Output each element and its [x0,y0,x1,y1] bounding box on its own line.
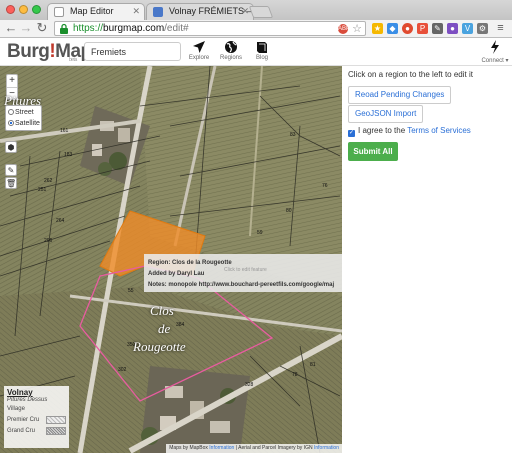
legend-row-village: Village [7,406,25,412]
parcel-number: 80 [286,208,292,214]
terms-checkbox[interactable]: ✓ [348,130,355,137]
browser-tab-map-editor[interactable]: Map Editor ✕ [47,3,145,20]
region-tooltip: Region: Clos de la Rougeotte Added by Da… [144,254,342,292]
ign-info-link[interactable]: Information [314,445,339,451]
address-bar[interactable]: https://burgmap.com/edit# ABP ☆ [54,21,366,36]
menu-icon[interactable]: ≡ [495,23,506,34]
parcel-number: 76 [322,183,328,189]
region-label-line-3: Rougeotte [133,339,186,354]
delete-layers-button[interactable]: 🗑 [5,177,17,189]
extension-pocket-icon[interactable]: P [417,23,428,34]
terms-of-service-link[interactable]: Terms of Services [407,126,471,135]
book-icon [257,42,267,53]
lightning-icon [491,40,499,54]
extension-star-icon[interactable]: ★ [372,23,383,34]
burgmap-logo[interactable]: Burg!Map beta [7,41,92,63]
parcel-number: 78 [292,372,298,378]
extension-v-icon[interactable]: V [462,23,473,34]
parcel-number: 302 [118,367,127,373]
legend-title: Volnay [7,388,33,397]
browser-tabstrip: Map Editor ✕ Volnay FRÉMIETS – Clos de ✕ [0,0,512,20]
nav-regions[interactable]: Regions [216,40,246,61]
new-tab-button[interactable] [248,6,274,18]
edit-panel: Click on a region to the left to edit it… [342,66,512,453]
extension-tools-icon[interactable]: ⚙ [477,23,488,34]
agree-text: I agree to the [358,126,406,135]
adblock-icon[interactable]: ABP [338,24,350,34]
parcel-number: 55 [128,288,134,294]
legend-row-premier-cru: Premier Cru [7,415,66,426]
parcel-number: 384 [176,322,185,328]
lock-icon [60,23,68,34]
extension-shield-icon[interactable]: ◆ [387,23,398,34]
legend-swatch [46,416,66,424]
app-header: Burg!Map beta Explore Regions Blog Conne… [0,38,512,66]
terms-agreement: ✓ I agree to the Terms of Services [348,126,471,137]
browser-toolbar: ← → ↻ https://burgmap.com/edit# ABP ☆ ★ … [0,20,512,38]
geojson-import-button[interactable]: GeoJSON Import [348,105,424,123]
document-icon [54,7,64,17]
back-arrow-icon[interactable]: ← [4,21,18,35]
tooltip-notes: Notes: monopole http://www.bouchard-pere… [148,282,335,288]
parcel-number: 328 [245,382,254,388]
close-tab-icon[interactable]: ✕ [132,6,140,17]
tooltip-hint: Click to edit feature [224,267,267,273]
forward-arrow-icon[interactable]: → [19,21,33,35]
parcel-number: 296 [44,238,53,244]
legend-subtitle: Pitures Dessus [7,397,48,403]
parcel-number: 262 [44,178,53,184]
parcel-number: 59 [257,230,263,236]
radio-icon [8,109,14,115]
parcel-number: 183 [64,152,73,158]
nav-explore[interactable]: Explore [184,40,214,61]
legend-row-grand-cru: Grand Cru [7,426,66,437]
zoom-in-button[interactable]: + [7,75,17,87]
layer-option-satellite[interactable]: Satellite [8,118,40,129]
extension-red-icon[interactable]: ● [402,23,413,34]
parcel-number: 161 [60,128,69,134]
radio-checked-icon [8,120,14,126]
close-window-icon[interactable] [6,5,15,14]
mapbox-info-link[interactable]: Information [209,445,234,451]
site-favicon-icon [153,7,163,17]
edit-layers-button[interactable]: ✎ [5,164,17,176]
instruction-text: Click on a region to the left to edit it [348,70,473,79]
submit-all-button[interactable]: Submit All [348,142,398,161]
tab-title: Map Editor [70,6,114,16]
parcel-number: 251 [38,187,47,193]
map-legend: Volnay Pitures Dessus Village Premier Cr… [4,386,69,448]
region-label-line-1: Clos [150,303,174,318]
parcel-number: 264 [56,218,65,224]
maximize-window-icon[interactable] [32,5,41,14]
connect-menu[interactable]: Connect ▾ [481,40,509,64]
region-label-line-2: de [158,321,171,336]
wrench-icon[interactable]: ✎ [432,23,443,34]
layer-option-street[interactable]: Street [8,107,39,118]
globe-icon [225,41,237,53]
draw-polygon-button[interactable]: ⬢ [5,141,17,153]
arrow-icon [193,41,205,53]
parcel-number: 83 [290,132,296,138]
parcel-number: 81 [310,362,316,368]
reload-icon[interactable]: ↻ [35,21,49,35]
bookmark-star-icon[interactable]: ☆ [352,22,362,35]
browser-tab-volnay[interactable]: Volnay FRÉMIETS – Clos de ✕ [146,3,254,20]
layer-switcher: Street Satellite [5,105,42,131]
legend-swatch [46,427,66,435]
reload-pending-changes-button[interactable]: Reoad Pending Changes [348,86,452,104]
extension-purple-icon[interactable]: ● [447,23,458,34]
region-search-input[interactable] [84,42,181,61]
nav-blog[interactable]: Blog [247,40,277,61]
close-tab-icon[interactable]: ✕ [241,6,249,17]
map-attribution: Maps by MapBox Information | Aerial and … [166,444,342,453]
minimize-window-icon[interactable] [19,5,28,14]
url-text: https://burgmap.com/edit# [73,23,189,34]
map-canvas[interactable]: 161 183 251 262 264 296 76 83 80 59 384 … [0,66,342,453]
